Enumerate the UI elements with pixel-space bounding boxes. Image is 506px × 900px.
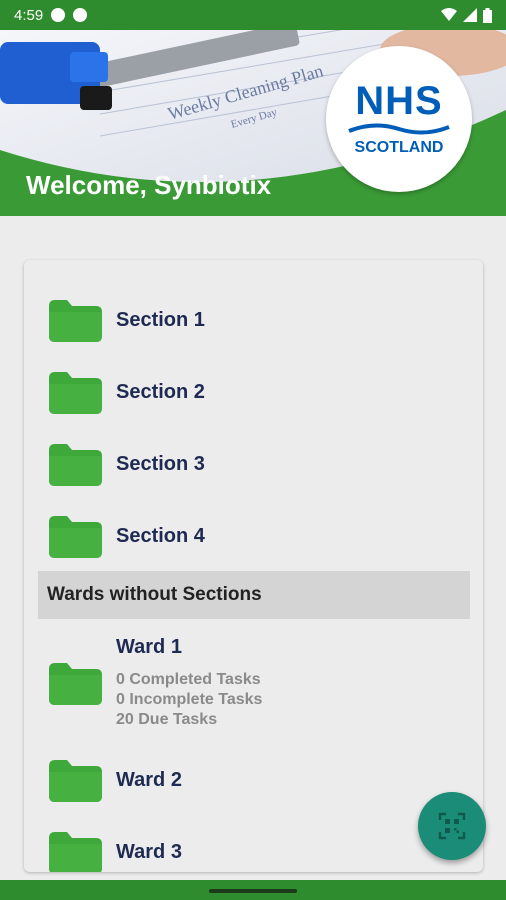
section-row[interactable]: Section 2 [24, 368, 483, 416]
ward-row[interactable]: Ward 2 [24, 756, 483, 804]
folder-icon [49, 516, 102, 558]
welcome-title: Welcome, Synbiotix [26, 170, 272, 200]
nhs-scotland-logo: NHS SCOTLAND [326, 46, 472, 192]
folder-icon [49, 832, 102, 872]
status-time: 4:59 [14, 6, 44, 24]
qr-scan-icon [438, 812, 466, 840]
ward-row[interactable]: Ward 1 0 Completed Tasks 0 Incomplete Ta… [24, 632, 483, 736]
folder-icon [49, 372, 102, 414]
ward-row[interactable]: Ward 3 [24, 828, 483, 872]
ward-label: Ward 1 [116, 636, 182, 658]
group-header: Wards without Sections [38, 571, 470, 619]
status-bar: 4:59 [0, 0, 506, 30]
folder-icon [49, 444, 102, 486]
ward-list-card: Section 1 Section 2 Section 3 Section 4 … [24, 260, 483, 872]
due-tasks-count: 20 Due Tasks [116, 711, 218, 728]
section-label: Section 3 [116, 453, 205, 475]
logo-wave [348, 123, 450, 135]
section-label: Section 1 [116, 309, 205, 331]
ward-label: Ward 2 [116, 769, 182, 791]
battery-icon [483, 7, 492, 23]
qr-scan-button[interactable] [418, 792, 486, 860]
wifi-icon [441, 8, 457, 21]
folder-icon [49, 663, 102, 705]
signal-icon [463, 8, 477, 22]
home-indicator[interactable] [209, 889, 297, 893]
notification-icon-2 [73, 8, 88, 22]
logo-main-text: NHS [355, 79, 443, 123]
section-row[interactable]: Section 1 [24, 297, 483, 345]
logo-sub-text: SCOTLAND [354, 139, 444, 156]
section-label: Section 2 [116, 381, 205, 403]
section-row[interactable]: Section 3 [24, 440, 483, 488]
folder-icon [49, 760, 102, 802]
incomplete-tasks-count: 0 Incomplete Tasks [116, 691, 263, 708]
folder-icon [49, 300, 102, 342]
ward-label: Ward 3 [116, 841, 182, 863]
section-label: Section 4 [116, 525, 205, 547]
app-header: Weekly Cleaning Plan Every Day NHS SCOTL… [0, 30, 506, 216]
notification-icon [51, 8, 66, 22]
section-row[interactable]: Section 4 [24, 512, 483, 560]
completed-tasks-count: 0 Completed Tasks [116, 671, 261, 688]
